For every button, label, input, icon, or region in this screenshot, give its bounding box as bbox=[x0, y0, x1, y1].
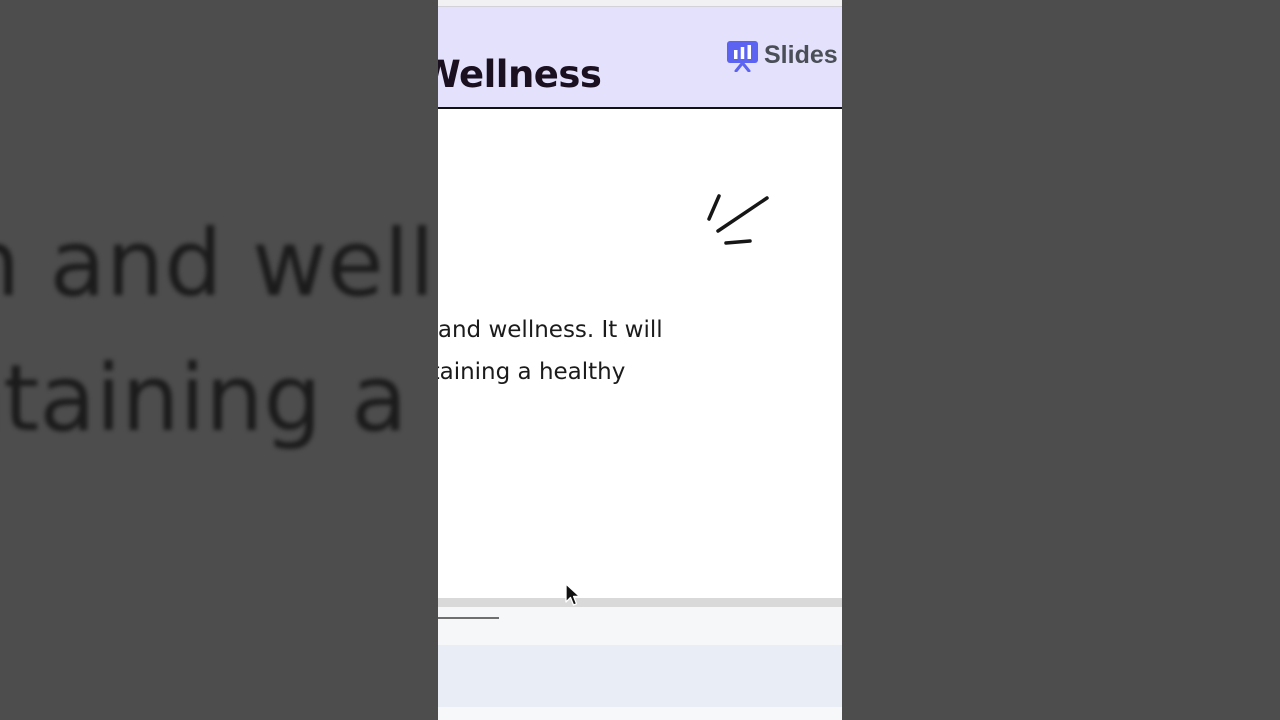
slide-header: Wellness Slides bbox=[438, 7, 842, 109]
top-strip bbox=[438, 0, 842, 7]
video-progress-track[interactable] bbox=[438, 598, 842, 607]
brand-logo: Slides bbox=[726, 39, 838, 72]
body-text-line-2: ntaining a healthy bbox=[438, 359, 626, 385]
background-blur-text-line-1: n and welln bbox=[0, 210, 494, 317]
slide-body: n and wellness. It will ntaining a healt… bbox=[438, 109, 842, 599]
background-right-panel bbox=[842, 0, 1280, 720]
bottom-strip bbox=[438, 707, 842, 720]
presentation-chart-icon bbox=[727, 41, 758, 72]
below-track-area bbox=[438, 607, 842, 645]
divider-line bbox=[438, 617, 499, 619]
slide-body-text: n and wellness. It will ntaining a healt… bbox=[438, 309, 663, 393]
sparkle-lines-icon bbox=[707, 194, 769, 245]
slide-title: Wellness bbox=[438, 53, 602, 96]
video-frame: Wellness Slides n and wellness. It will … bbox=[438, 0, 842, 720]
bottom-panel bbox=[438, 645, 842, 707]
background-blur-text-line-2: ntaining a h bbox=[0, 345, 496, 452]
body-text-line-1: n and wellness. It will bbox=[438, 317, 663, 343]
mouse-cursor-icon bbox=[565, 583, 581, 606]
brand-name: Slides bbox=[764, 41, 838, 69]
